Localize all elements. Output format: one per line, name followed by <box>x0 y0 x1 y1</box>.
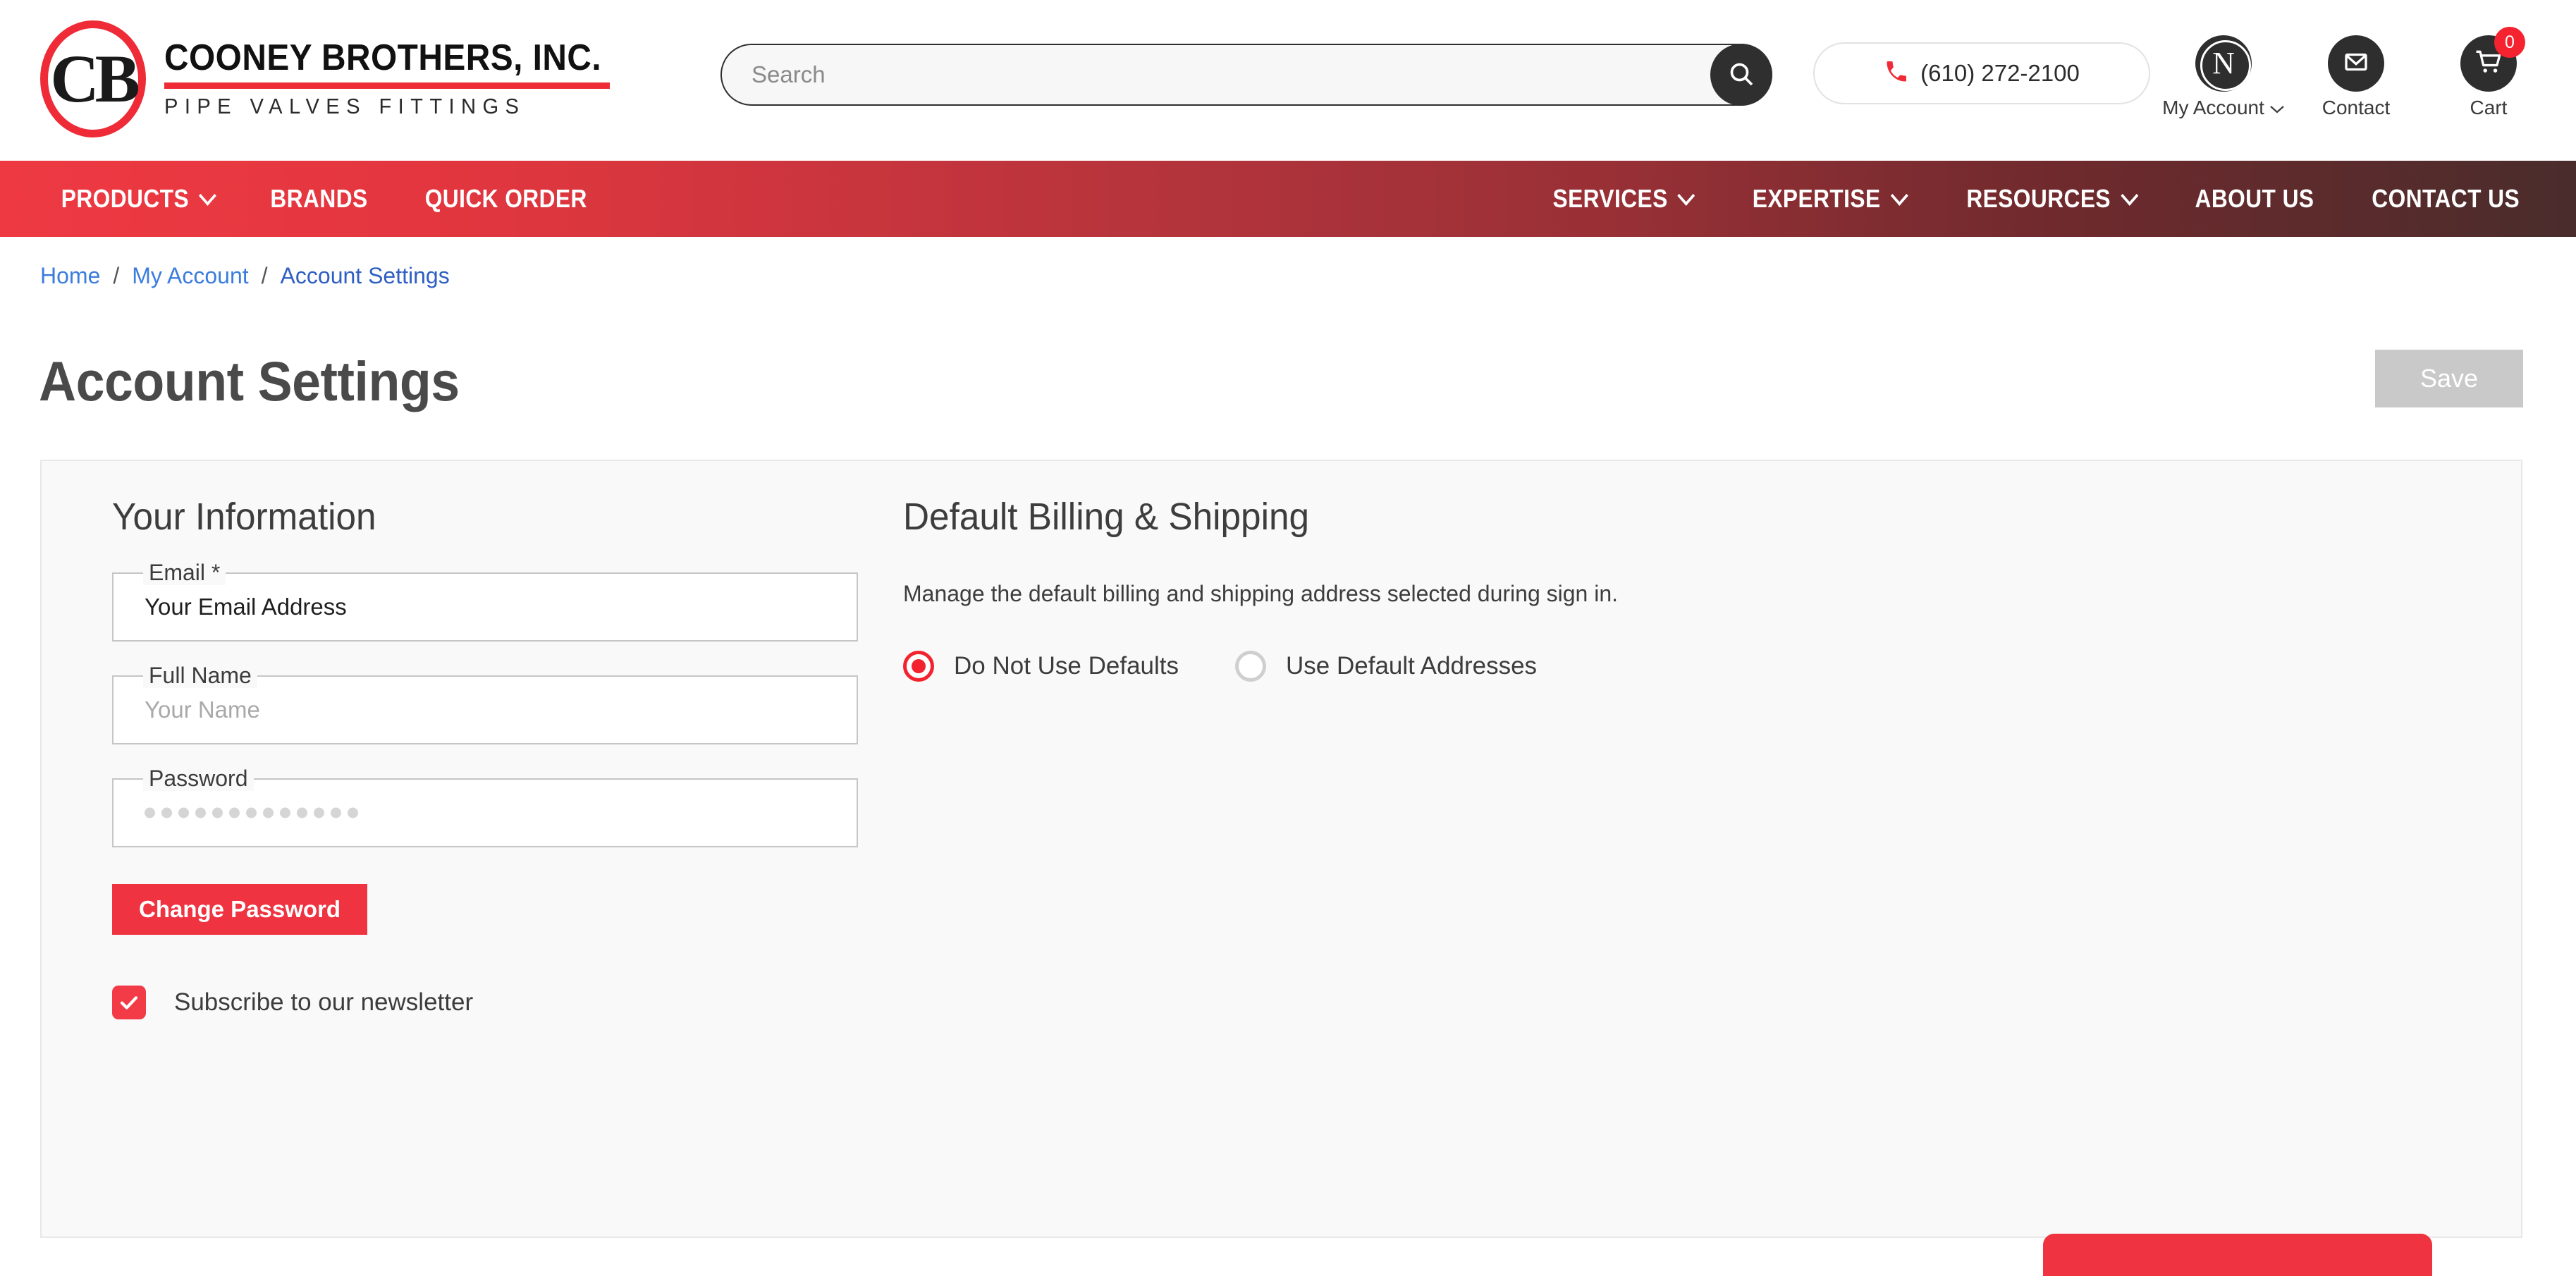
nav-label: RESOURCES <box>1966 184 2111 213</box>
nav-label: CONTACT US <box>2371 184 2520 213</box>
radio-option-use-default-addresses[interactable]: Use Default Addresses <box>1235 651 1537 682</box>
search-bar[interactable] <box>720 44 1772 106</box>
cart-icon-circle: 0 <box>2460 27 2525 92</box>
newsletter-label: Subscribe to our newsletter <box>174 988 474 1016</box>
full-name-field-label: Full Name <box>143 663 257 689</box>
my-account-menu[interactable]: N My Account <box>2162 35 2284 119</box>
cart-label: Cart <box>2470 97 2508 118</box>
my-account-label: My Account <box>2162 97 2264 118</box>
breadcrumb-item-my-account[interactable]: My Account <box>132 263 248 289</box>
contact-button[interactable]: Contact <box>2311 35 2401 119</box>
save-button[interactable]: Save <box>2375 350 2523 407</box>
site-logo[interactable]: CB COONEY BROTHERS, INC. PIPE VALVES FIT… <box>40 16 618 142</box>
cart-count-badge: 0 <box>2494 27 2525 58</box>
breadcrumb: Home / My Account / Account Settings <box>40 263 450 289</box>
phone-button[interactable]: (610) 272-2100 <box>1813 42 2150 104</box>
chat-widget-launcher[interactable] <box>2043 1234 2432 1276</box>
default-billing-shipping-section: Default Billing & Shipping Manage the de… <box>903 495 2384 682</box>
search-icon <box>1727 60 1755 90</box>
your-information-title: Your Information <box>112 496 376 538</box>
nav-item-contact-us[interactable]: CONTACT US <box>2354 161 2537 237</box>
default-billing-shipping-description: Manage the default billing and shipping … <box>903 581 1619 606</box>
full-name-field-value: Your Name <box>145 697 260 723</box>
email-field[interactable]: Email * Your Email Address <box>112 560 858 642</box>
account-settings-card: Your Information Email * Your Email Addr… <box>40 460 2522 1238</box>
breadcrumb-separator: / <box>261 263 268 288</box>
main-navigation: PRODUCTS BRANDS QUICK ORDER SERVICES EXP… <box>0 161 2576 237</box>
my-account-label-row: My Account <box>2162 97 2285 119</box>
nav-left-group: PRODUCTS BRANDS QUICK ORDER <box>0 161 618 237</box>
phone-number: (610) 272-2100 <box>1920 60 2080 86</box>
full-name-field[interactable]: Full Name Your Name <box>112 663 858 744</box>
nav-label: QUICK ORDER <box>424 184 587 213</box>
nav-label: BRANDS <box>270 184 368 213</box>
default-billing-shipping-title: Default Billing & Shipping <box>903 496 1310 538</box>
breadcrumb-separator: / <box>113 263 120 288</box>
cart-button[interactable]: 0 Cart <box>2443 27 2534 119</box>
avatar-initial: N <box>2212 46 2235 80</box>
password-field-label: Password <box>143 766 254 792</box>
radio-label: Use Default Addresses <box>1286 652 1538 680</box>
nav-right-group: SERVICES EXPERTISE RESOURCES ABOUT US CO… <box>1523 161 2576 237</box>
nav-label: PRODUCTS <box>61 184 190 213</box>
nav-item-services[interactable]: SERVICES <box>1535 161 1710 237</box>
chevron-down-icon <box>2121 185 2138 206</box>
nav-item-quick-order[interactable]: QUICK ORDER <box>407 161 604 237</box>
nav-item-brands[interactable]: BRANDS <box>253 161 385 237</box>
page-title: Account Settings <box>39 350 460 412</box>
avatar: N <box>2195 35 2252 92</box>
newsletter-checkbox[interactable] <box>112 986 146 1019</box>
defaults-radio-group: Do Not Use Defaults Use Default Addresse… <box>903 651 2384 682</box>
email-field-label: Email * <box>143 560 226 586</box>
radio-button-selected[interactable] <box>903 651 934 682</box>
nav-item-products[interactable]: PRODUCTS <box>44 161 231 237</box>
site-header: CB COONEY BROTHERS, INC. PIPE VALVES FIT… <box>0 0 2576 161</box>
nav-item-resources[interactable]: RESOURCES <box>1949 161 2153 237</box>
chevron-down-icon <box>1890 185 1908 206</box>
nav-label: SERVICES <box>1552 184 1668 213</box>
nav-item-expertise[interactable]: EXPERTISE <box>1735 161 1922 237</box>
nav-label: ABOUT US <box>2195 184 2314 213</box>
password-field[interactable]: Password <box>112 766 858 847</box>
header-account-group: N My Account Contact 0 Cart <box>2162 27 2534 119</box>
contact-icon-circle <box>2328 35 2384 92</box>
radio-button-unselected[interactable] <box>1235 651 1267 682</box>
phone-icon <box>1884 59 1909 88</box>
search-input[interactable] <box>722 61 1710 88</box>
newsletter-checkbox-row[interactable]: Subscribe to our newsletter <box>112 986 902 1019</box>
chevron-down-icon <box>199 185 216 206</box>
logo-tagline: PIPE VALVES FITTINGS <box>164 93 526 118</box>
search-button[interactable] <box>1710 44 1772 106</box>
contact-label: Contact <box>2322 97 2391 118</box>
radio-label: Do Not Use Defaults <box>954 652 1179 680</box>
nav-label: EXPERTISE <box>1752 184 1881 213</box>
nav-item-about-us[interactable]: ABOUT US <box>2178 161 2331 237</box>
logo-divider <box>164 82 610 89</box>
your-information-section: Your Information Email * Your Email Addr… <box>112 495 902 1019</box>
change-password-button[interactable]: Change Password <box>112 884 368 935</box>
required-asterisk: * <box>211 560 221 585</box>
radio-option-do-not-use-defaults[interactable]: Do Not Use Defaults <box>903 651 1179 682</box>
password-masked-value <box>145 807 358 818</box>
email-field-value: Your Email Address <box>145 594 347 620</box>
breadcrumb-item-account-settings: Account Settings <box>280 263 450 288</box>
chevron-down-icon <box>1677 185 1695 206</box>
email-label-text: Email <box>149 560 206 585</box>
chevron-down-icon <box>2269 97 2285 119</box>
mail-icon <box>2341 47 2371 80</box>
logo-company-name: COONEY BROTHERS, INC. <box>164 37 602 79</box>
logo-text-block: COONEY BROTHERS, INC. PIPE VALVES FITTIN… <box>164 39 639 119</box>
breadcrumb-item-home[interactable]: Home <box>40 263 100 289</box>
logo-monogram-text: CB <box>50 41 140 116</box>
cb-monogram-icon: CB <box>40 20 146 137</box>
